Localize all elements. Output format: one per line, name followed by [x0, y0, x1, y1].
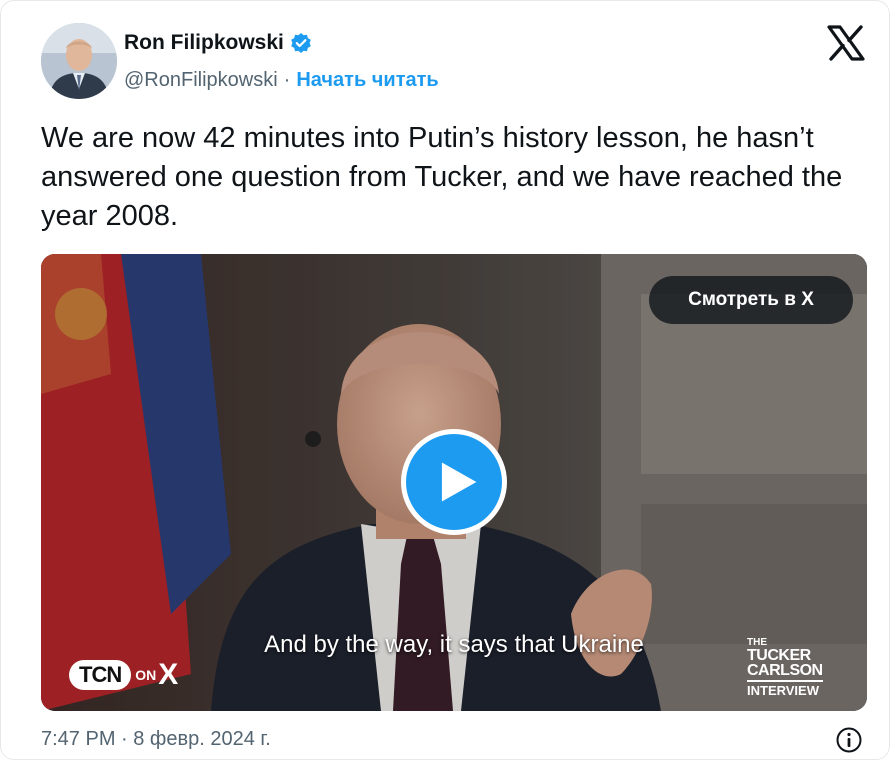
author-handle[interactable]: @RonFilipkowski	[124, 69, 278, 92]
tucker-logo-line2: TUCKER	[747, 647, 811, 664]
video-subtitle: And by the way, it says that Ukraine	[264, 631, 644, 658]
author-name[interactable]: Ron Filipkowski	[124, 31, 312, 55]
watch-on-x-button[interactable]: Смотреть в X	[649, 276, 853, 324]
info-icon[interactable]	[835, 726, 863, 754]
avatar-image	[41, 23, 117, 99]
tcn-on-x-logo: TCN ON X	[69, 658, 178, 692]
author-handle-line: @RonFilipkowski · Начать читать	[124, 69, 439, 92]
tweet-text: We are now 42 minutes into Putin’s histo…	[41, 122, 843, 232]
tcn-x-text: X	[158, 658, 179, 691]
tucker-logo-line4: INTERVIEW	[747, 680, 823, 698]
tucker-logo-line3: CARLSON	[747, 662, 823, 679]
video-player[interactable]: Смотреть в X And by the way, it says tha…	[41, 254, 867, 711]
verified-badge-icon	[291, 33, 311, 53]
play-button[interactable]	[401, 429, 507, 535]
x-logo-icon[interactable]	[827, 25, 865, 61]
tucker-carlson-interview-logo: THE TUCKER CARLSON INTERVIEW	[747, 638, 823, 698]
tweet-timestamp[interactable]: 7:47 PM · 8 февр. 2024 г.	[41, 728, 271, 751]
author-avatar[interactable]	[41, 23, 117, 99]
follow-link[interactable]: Начать читать	[296, 69, 438, 92]
tweet-card: Ron Filipkowski @RonFilipkowski · Начать…	[0, 0, 890, 760]
play-icon	[441, 462, 477, 502]
author-name-text[interactable]: Ron Filipkowski	[124, 31, 284, 55]
tcn-on-text: ON	[135, 667, 157, 683]
tcn-logo-text: TCN	[69, 660, 132, 690]
separator-dot: ·	[283, 69, 291, 91]
